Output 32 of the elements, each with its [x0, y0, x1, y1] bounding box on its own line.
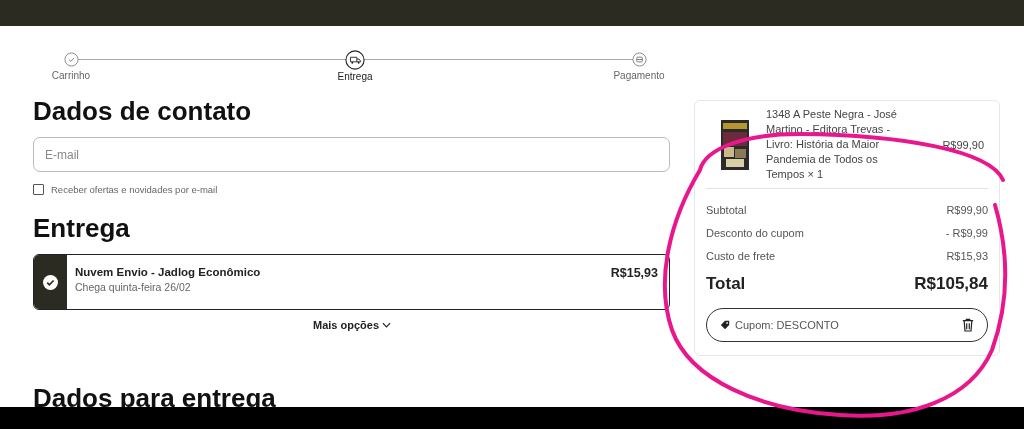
check-icon [43, 274, 58, 290]
section-heading: Entrega [33, 213, 131, 244]
shipping-name: Nuvem Envio - Jadlog Econômico [75, 266, 262, 278]
total-value: R$105,84 [914, 274, 988, 294]
section-heading: Dados de contato [33, 96, 253, 127]
total-label: Total [706, 274, 746, 294]
summary-value: - R$9,99 [945, 227, 988, 239]
step-label[interactable]: Entrega [337, 71, 373, 82]
email-field[interactable]: E-mail [33, 137, 670, 172]
chevron-down-icon [382, 322, 391, 328]
checkbox-label: Receber ofertas e novidades por e-mail [51, 184, 218, 195]
step-label[interactable]: Pagamento [613, 70, 665, 81]
summary-label: Subtotal [706, 204, 747, 216]
shipping-eta: Chega quinta-feira 26/02 [75, 281, 192, 293]
trash-icon[interactable] [962, 318, 974, 332]
tag-icon [720, 320, 730, 330]
step-label[interactable]: Carrinho [51, 70, 91, 81]
coupon-code: Cupom: DESCONTO [735, 319, 839, 331]
shipping-option[interactable]: Nuvem Envio - Jadlog Econômico Chega quinta-feira 26/02 R$15,93 [33, 254, 670, 310]
checkbox[interactable] [33, 184, 44, 195]
product-price: R$99,90 [942, 138, 984, 151]
summary-label: Desconto do cupom [706, 227, 804, 239]
summary-value: R$15,93 [946, 250, 988, 262]
summary-label: Custo de frete [706, 250, 776, 262]
summary-value: R$99,90 [946, 204, 988, 216]
more-options-button[interactable]: Mais opções [313, 319, 391, 331]
section-heading: Dados para entrega [33, 383, 277, 414]
truck-icon [345, 50, 365, 70]
product-title: 1348 A Peste Negra - José Martino - Editora Trevas - Livro: História da Maior Pandemia de Todos os Tempos × 1 [766, 107, 898, 182]
check-icon [63, 52, 79, 67]
card-icon [631, 52, 647, 67]
shipping-price: R$15,93 [610, 265, 659, 282]
